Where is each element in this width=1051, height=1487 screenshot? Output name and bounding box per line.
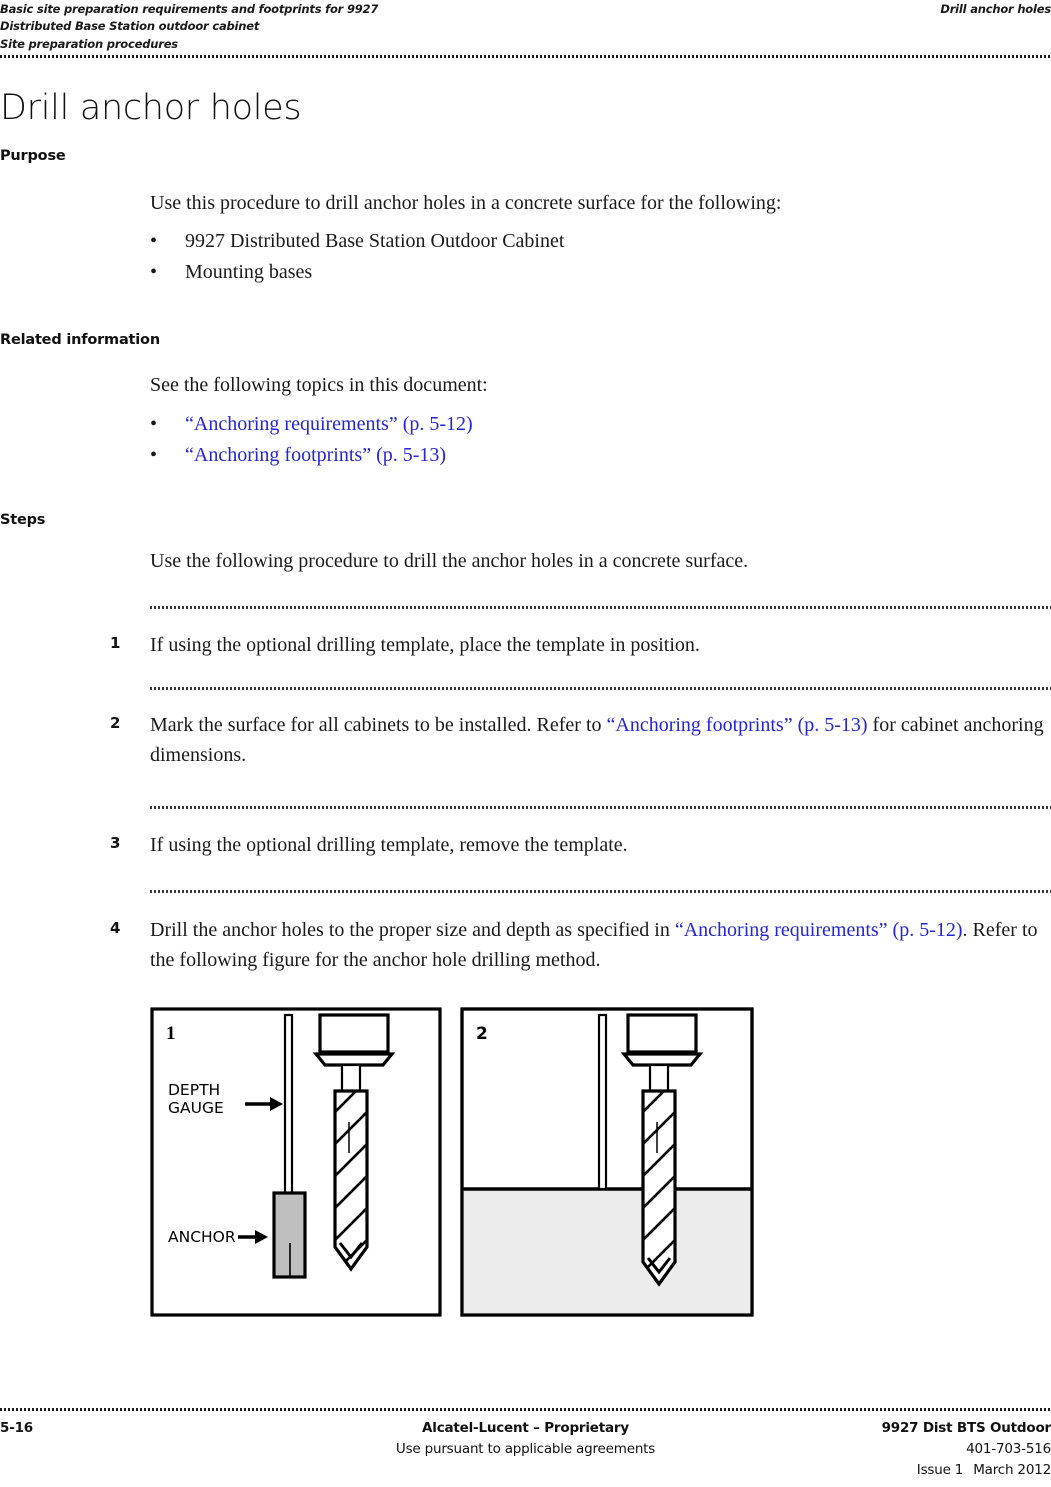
step-text-before: If using the optional drilling template,… bbox=[150, 634, 700, 656]
section-heading-related-information: Related information bbox=[0, 332, 160, 348]
footer-right-text: 9927 Dist BTS Outdoor 401-703-516 Issue … bbox=[882, 1418, 1051, 1481]
footer-issue-date: Issue 1 March 2012 bbox=[882, 1460, 1051, 1481]
section-heading-steps: Steps bbox=[0, 512, 46, 528]
step-divider-1 bbox=[150, 606, 1051, 609]
step-text: If using the optional drilling template,… bbox=[150, 630, 1045, 660]
list-item: • Mounting bases bbox=[150, 257, 1045, 288]
header-left-line-2: Distributed Base Station outdoor cabinet bbox=[0, 19, 260, 34]
steps-intro: Use the following procedure to drill the… bbox=[150, 550, 749, 572]
step-2: 2 Mark the surface for all cabinets to b… bbox=[110, 710, 1045, 770]
drill-collar bbox=[620, 1052, 704, 1067]
step-text-before: If using the optional drilling template,… bbox=[150, 834, 628, 856]
list-item: • 9927 Distributed Base Station Outdoor … bbox=[150, 226, 1045, 257]
step-link-anchoring-requirements[interactable]: “Anchoring requirements” (p. 5-12) bbox=[675, 919, 963, 941]
purpose-body: Use this procedure to drill anchor holes… bbox=[150, 190, 1045, 288]
bullet-icon: • bbox=[150, 230, 158, 252]
step-4: 4 Drill the anchor holes to the proper s… bbox=[110, 915, 1045, 975]
step-number: 2 bbox=[110, 714, 121, 732]
purpose-bullet-2: Mounting bases bbox=[185, 261, 313, 283]
drill-body bbox=[626, 1013, 698, 1054]
step-number: 1 bbox=[110, 634, 121, 652]
depth-gauge-label-line-2: GAUGE bbox=[168, 1099, 224, 1117]
header-right-text: Drill anchor holes bbox=[940, 2, 1051, 16]
list-item: • “Anchoring requirements” (p. 5-12) bbox=[150, 409, 1045, 440]
page-footer: 5-16 Alcatel-Lucent – Proprietary Use pu… bbox=[0, 1418, 1051, 1478]
step-text: If using the optional drilling template,… bbox=[150, 830, 1045, 860]
section-heading-purpose: Purpose bbox=[0, 148, 66, 164]
purpose-intro: Use this procedure to drill anchor holes… bbox=[150, 192, 782, 214]
footer-product-name: 9927 Dist BTS Outdoor bbox=[881, 1420, 1051, 1436]
depth-gauge-rod bbox=[597, 1013, 608, 1191]
step-text: Mark the surface for all cabinets to be … bbox=[150, 710, 1045, 770]
step-link-anchoring-footprints[interactable]: “Anchoring footprints” (p. 5-13) bbox=[607, 714, 868, 736]
footer-date: March 2012 bbox=[973, 1462, 1051, 1478]
header-left-text: Basic site preparation requirements and … bbox=[0, 1, 700, 53]
step-text-before: Drill the anchor holes to the proper siz… bbox=[150, 919, 675, 941]
step-divider-3 bbox=[150, 806, 1051, 809]
header-left-line-1: Basic site preparation requirements and … bbox=[0, 2, 379, 16]
step-text: Drill the anchor holes to the proper siz… bbox=[150, 915, 1045, 975]
drill-collar bbox=[312, 1052, 396, 1067]
step-number: 3 bbox=[110, 834, 121, 852]
concrete-surface bbox=[463, 1189, 751, 1314]
header-divider bbox=[0, 55, 1051, 58]
related-information-body: See the following topics in this documen… bbox=[150, 372, 1045, 471]
anchor-hole-drilling-figure: 1 DEPTH GAUGE ANCHOR 2 bbox=[150, 1007, 760, 1317]
list-item: • “Anchoring footprints” (p. 5-13) bbox=[150, 440, 1045, 471]
step-1: 1 If using the optional drilling templat… bbox=[110, 630, 1045, 660]
bullet-icon: • bbox=[150, 444, 158, 466]
panel-1-number: 1 bbox=[166, 1023, 176, 1044]
figure-panel-2: 2 bbox=[460, 1007, 754, 1317]
drill-body bbox=[318, 1013, 390, 1054]
drill-shaft bbox=[340, 1063, 362, 1093]
related-link-anchoring-footprints[interactable]: “Anchoring footprints” (p. 5-13) bbox=[185, 440, 446, 471]
header-left-line-3: Site preparation procedures bbox=[0, 36, 178, 51]
page-title: Drill anchor holes bbox=[0, 88, 302, 129]
related-bullet-list: • “Anchoring requirements” (p. 5-12) • “… bbox=[150, 409, 1045, 471]
steps-intro-block: Use the following procedure to drill the… bbox=[150, 548, 1045, 575]
bullet-icon: • bbox=[150, 261, 158, 283]
step-text-before: Mark the surface for all cabinets to be … bbox=[150, 714, 607, 736]
step-divider-4 bbox=[150, 890, 1051, 893]
bullet-icon: • bbox=[150, 413, 158, 435]
footer-doc-number: 401-703-516 bbox=[966, 1441, 1051, 1457]
running-header: Basic site preparation requirements and … bbox=[0, 0, 1051, 52]
purpose-bullet-list: • 9927 Distributed Base Station Outdoor … bbox=[150, 226, 1045, 288]
footer-issue: Issue 1 bbox=[916, 1462, 964, 1478]
footer-divider bbox=[0, 1408, 1051, 1411]
panel-2-number: 2 bbox=[476, 1024, 488, 1044]
anchor-label: ANCHOR bbox=[168, 1228, 236, 1246]
figure-panel-1: 1 DEPTH GAUGE ANCHOR bbox=[150, 1007, 442, 1317]
step-number: 4 bbox=[110, 919, 121, 937]
related-intro: See the following topics in this documen… bbox=[150, 374, 488, 396]
step-divider-2 bbox=[150, 687, 1051, 690]
related-link-anchoring-requirements[interactable]: “Anchoring requirements” (p. 5-12) bbox=[185, 409, 473, 440]
depth-gauge-rod bbox=[283, 1013, 294, 1195]
purpose-bullet-1: 9927 Distributed Base Station Outdoor Ca… bbox=[185, 230, 565, 252]
drill-shaft bbox=[648, 1063, 670, 1093]
depth-gauge-label-line-1: DEPTH bbox=[168, 1081, 220, 1099]
step-3: 3 If using the optional drilling templat… bbox=[110, 830, 1045, 860]
